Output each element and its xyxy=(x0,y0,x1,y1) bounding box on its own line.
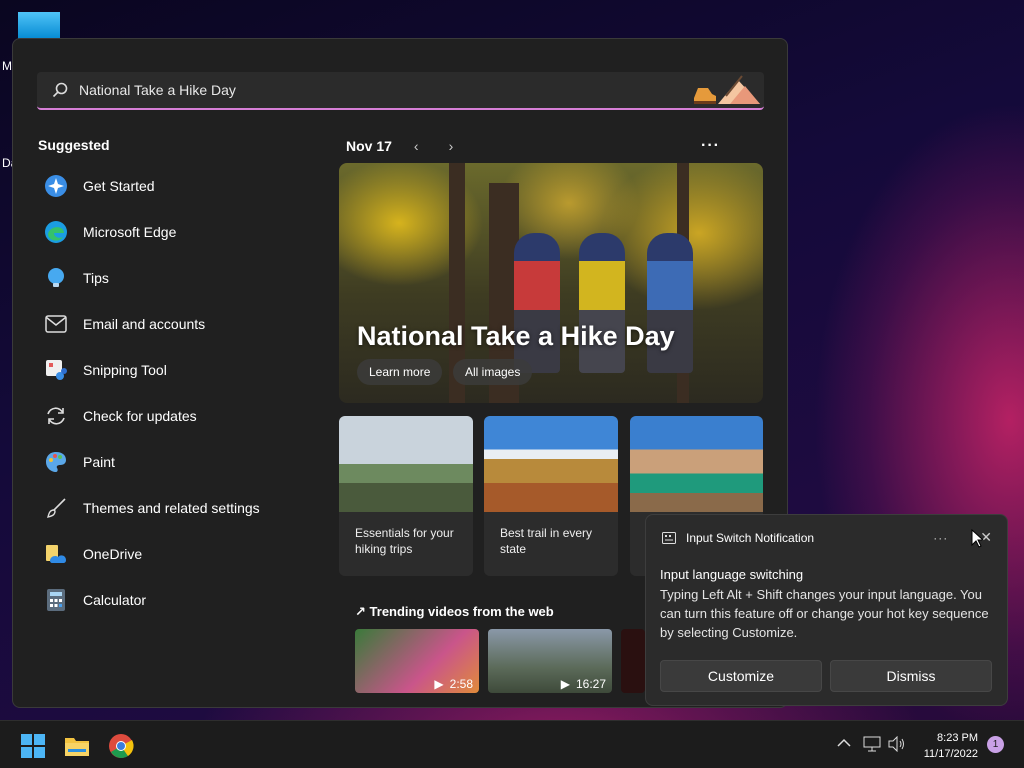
get-started-icon xyxy=(43,173,69,199)
volume-icon[interactable] xyxy=(888,736,906,752)
suggested-item-label: Email and accounts xyxy=(83,316,206,332)
highlight-card-best-trail[interactable]: Best trail in every state xyxy=(484,416,618,576)
hiking-boot-icon xyxy=(694,75,760,104)
card-caption: Best trail in every state xyxy=(500,526,593,556)
video-thumbnail[interactable] xyxy=(621,629,645,693)
suggested-item-themes[interactable]: Themes and related settings xyxy=(43,485,323,531)
suggested-item-calculator[interactable]: Calculator xyxy=(43,577,323,623)
suggested-item-email[interactable]: Email and accounts xyxy=(43,301,323,347)
brush-icon xyxy=(43,495,69,521)
notification-more-button[interactable]: ··· xyxy=(933,531,948,545)
next-day-button[interactable]: › xyxy=(449,138,454,154)
hero-title: National Take a Hike Day xyxy=(357,321,675,351)
suggested-item-onedrive[interactable]: OneDrive xyxy=(43,531,323,577)
suggested-item-label: Get Started xyxy=(83,178,155,194)
mail-icon xyxy=(43,311,69,337)
play-icon: ▶ xyxy=(560,677,570,691)
trending-title: Trending videos from the web xyxy=(369,604,554,619)
hero-banner[interactable]: National Take a Hike Day Learn more All … xyxy=(339,163,763,403)
trending-videos-heading: ↗ Trending videos from the web xyxy=(355,604,554,620)
dismiss-button[interactable]: Dismiss xyxy=(830,660,992,692)
suggested-item-label: Calculator xyxy=(83,592,147,608)
suggested-item-get-started[interactable]: Get Started xyxy=(43,163,323,209)
learn-more-button[interactable]: Learn more xyxy=(357,359,443,385)
suggested-item-paint[interactable]: Paint xyxy=(43,439,323,485)
highlight-card-essentials[interactable]: Essentials for your hiking trips xyxy=(339,416,473,576)
card-image xyxy=(339,416,473,512)
all-images-button[interactable]: All images xyxy=(453,359,533,385)
trending-icon: ↗ xyxy=(355,604,366,619)
mouse-cursor-icon xyxy=(971,529,985,548)
notification-app-name: Input Switch Notification xyxy=(686,530,815,545)
desktop-folder-icon[interactable] xyxy=(18,12,60,40)
notification-count-badge[interactable]: 1 xyxy=(987,736,1004,753)
customize-button[interactable]: Customize xyxy=(660,660,822,692)
paint-icon xyxy=(43,449,69,475)
clock-time: 8:23 PM xyxy=(937,732,978,744)
card-image xyxy=(484,416,618,512)
chevron-up-icon xyxy=(837,738,851,747)
notification-header: Input Switch Notification ··· ✕ xyxy=(662,529,992,546)
suggested-list: Get Started Microsoft Edge Tips Email an… xyxy=(43,163,323,623)
suggested-item-label: Tips xyxy=(83,270,109,286)
notification-title: Input language switching xyxy=(660,567,804,582)
highlights-datebar: Nov 17 ‹ › ··· xyxy=(346,137,764,155)
system-clock[interactable]: 8:23 PM 11/17/2022 xyxy=(924,730,978,762)
taskbar: 8:23 PM 11/17/2022 1 xyxy=(0,720,1024,768)
search-box[interactable] xyxy=(37,72,764,110)
desktop-label: M xyxy=(2,59,12,73)
refresh-icon xyxy=(43,403,69,429)
network-icon[interactable] xyxy=(863,736,881,752)
video-duration: ▶ 16:27 xyxy=(560,677,606,691)
suggested-item-label: Check for updates xyxy=(83,408,197,424)
more-options-button[interactable]: ··· xyxy=(701,137,720,155)
windows-start-icon[interactable] xyxy=(20,733,46,759)
chrome-icon[interactable] xyxy=(108,733,134,759)
suggested-item-label: Snipping Tool xyxy=(83,362,167,378)
notification-body: Typing Left Alt + Shift changes your inp… xyxy=(660,587,989,640)
play-icon: ▶ xyxy=(434,677,444,691)
file-explorer-icon[interactable] xyxy=(64,733,90,759)
suggested-item-label: OneDrive xyxy=(83,546,143,562)
keyboard-icon xyxy=(662,531,676,544)
suggested-item-snipping-tool[interactable]: Snipping Tool xyxy=(43,347,323,393)
card-image xyxy=(630,416,763,512)
suggested-heading: Suggested xyxy=(38,137,110,153)
tips-icon xyxy=(43,265,69,291)
video-thumbnail[interactable]: ▶ 2:58 xyxy=(355,629,479,693)
clock-date: 11/17/2022 xyxy=(923,748,978,760)
suggested-item-label: Themes and related settings xyxy=(83,500,260,516)
suggested-item-label: Paint xyxy=(83,454,115,470)
onedrive-icon xyxy=(43,541,69,567)
suggested-item-label: Microsoft Edge xyxy=(83,224,177,240)
video-thumbnail[interactable]: ▶ 16:27 xyxy=(488,629,612,693)
edge-icon xyxy=(43,219,69,245)
highlights-date: Nov 17 xyxy=(346,138,392,154)
suggested-item-edge[interactable]: Microsoft Edge xyxy=(43,209,323,255)
calculator-icon xyxy=(43,587,69,613)
previous-day-button[interactable]: ‹ xyxy=(414,138,419,154)
card-caption: Essentials for your hiking trips xyxy=(355,526,454,556)
search-input[interactable] xyxy=(79,72,764,108)
search-icon xyxy=(52,82,68,98)
show-hidden-icons-button[interactable] xyxy=(837,735,851,751)
video-duration: ▶ 2:58 xyxy=(434,677,473,691)
input-switch-notification: Input Switch Notification ··· ✕ Input la… xyxy=(645,514,1008,706)
suggested-item-check-updates[interactable]: Check for updates xyxy=(43,393,323,439)
snipping-tool-icon xyxy=(43,357,69,383)
suggested-item-tips[interactable]: Tips xyxy=(43,255,323,301)
